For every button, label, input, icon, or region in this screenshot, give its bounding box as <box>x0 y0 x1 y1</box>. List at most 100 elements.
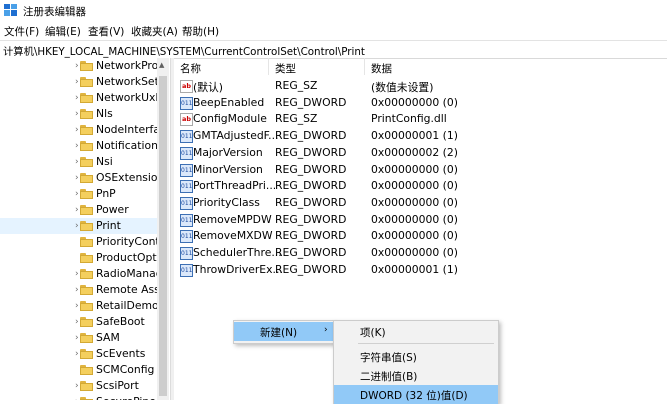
scroll-up-icon[interactable]: ▲ <box>159 61 164 69</box>
value-data: (数值未设置) <box>371 81 434 94</box>
chevron-right-icon[interactable]: › <box>75 93 79 103</box>
tree-item[interactable]: › Notifications <box>0 138 164 154</box>
tree-item[interactable]: › Nsi <box>0 154 157 170</box>
address-path[interactable]: 计算机\HKEY_LOCAL_MACHINE\SYSTEM\CurrentCon… <box>3 43 365 58</box>
submenu-item-label: 字符串值(S) <box>360 352 417 364</box>
context-new-item[interactable]: 新建(N) › <box>234 322 334 341</box>
tree-item-label: Nls <box>96 107 113 120</box>
submenu-item[interactable]: 二进制值(B) <box>334 366 498 385</box>
tree-item[interactable]: › SAM <box>0 330 157 346</box>
menu-help[interactable]: 帮助(H) <box>182 24 219 39</box>
scrollbar-thumb[interactable] <box>159 76 167 396</box>
menu-edit[interactable]: 编辑(E) <box>45 24 81 39</box>
value-row[interactable]: 011 MajorVersion REG_DWORD 0x00000002 (2) <box>174 145 667 161</box>
tree-item-label: Power <box>96 203 129 216</box>
title-bar: 注册表编辑器 <box>0 0 667 20</box>
value-row[interactable]: ab (默认) REG_SZ (数值未设置) <box>174 78 667 94</box>
value-row[interactable]: 011 RemoveMPDW REG_DWORD 0x00000000 (0) <box>174 212 667 228</box>
chevron-right-icon[interactable]: › <box>75 141 79 151</box>
chevron-right-icon[interactable]: › <box>75 61 79 71</box>
value-row[interactable]: ab ConfigModule REG_SZ PrintConfig.dll <box>174 111 667 127</box>
value-name: ThrowDriverEx... <box>193 262 283 276</box>
submenu-item[interactable]: 项(K) <box>334 322 498 341</box>
value-row[interactable]: 011 BeepEnabled REG_DWORD 0x00000000 (0) <box>174 95 667 111</box>
value-type: REG_DWORD <box>275 195 347 209</box>
value-type: REG_DWORD <box>275 162 347 176</box>
value-type: REG_SZ <box>275 79 318 92</box>
folder-icon <box>80 365 93 375</box>
menu-favorites[interactable]: 收藏夹(A) <box>131 24 178 39</box>
chevron-right-icon[interactable]: › <box>75 269 79 279</box>
dword-value-icon: 011 <box>180 196 193 210</box>
menu-file[interactable]: 文件(F) <box>4 24 39 39</box>
dword-value-icon: 011 <box>180 263 193 277</box>
value-row[interactable]: 011 PriorityClass REG_DWORD 0x00000000 (0) <box>174 195 667 211</box>
tree-item-label: RadioManag <box>96 267 163 280</box>
submenu-item-label: 二进制值(B) <box>360 371 418 383</box>
tree-item[interactable]: › NodeInterfac <box>0 122 166 138</box>
folder-icon <box>80 237 93 247</box>
value-row[interactable]: 011 PortThreadPri... REG_DWORD 0x00000000 (… <box>174 178 667 194</box>
tree-item[interactable]: ›SecurePipe <box>0 394 157 400</box>
chevron-right-icon[interactable]: › <box>75 189 79 199</box>
tree-item[interactable]: › Print <box>0 218 157 234</box>
chevron-right-icon[interactable]: › <box>75 285 79 295</box>
submenu-item[interactable]: DWORD (32 位)值(D) <box>334 385 498 404</box>
chevron-right-icon[interactable]: › <box>75 381 79 391</box>
regedit-icon <box>4 4 17 16</box>
value-row[interactable]: 011 RemoveMXDW REG_DWORD 0x00000000 (0) <box>174 228 667 244</box>
chevron-right-icon[interactable]: › <box>75 301 79 311</box>
tree-item[interactable]: › OSExtensionI <box>0 170 168 186</box>
chevron-right-icon[interactable]: › <box>75 109 79 119</box>
value-row[interactable]: 011 GMTAdjustedF... REG_DWORD 0x00000001 (1… <box>174 128 667 144</box>
tree-item-label: ProductOptic <box>96 251 166 264</box>
value-row[interactable]: 011 MinorVersion REG_DWORD 0x00000000 (0) <box>174 162 667 178</box>
chevron-right-icon[interactable]: › <box>75 173 79 183</box>
value-row[interactable]: 011 ThrowDriverEx... REG_DWORD 0x00000001 (… <box>174 262 667 278</box>
tree-item[interactable]: PriorityContr <box>0 234 164 250</box>
tree-item-label: Nsi <box>96 155 113 168</box>
tree-item[interactable]: › Power <box>0 202 157 218</box>
folder-icon <box>80 333 93 343</box>
value-name: SchedulerThre... <box>193 246 282 259</box>
tree-item[interactable]: ProductOptic <box>0 250 166 266</box>
tree-item[interactable]: › NetworkProv <box>0 58 165 74</box>
tree-item[interactable]: › NetworkUxM <box>0 90 165 106</box>
chevron-right-icon[interactable]: › <box>75 157 79 167</box>
value-row[interactable]: 011 SchedulerThre... REG_DWORD 0x00000000 (… <box>174 245 667 261</box>
value-name: ConfigModule <box>193 112 267 126</box>
submenu-item[interactable]: 字符串值(S) <box>334 347 498 366</box>
value-data: 0x00000001 (1) <box>371 262 458 276</box>
chevron-right-icon[interactable]: › <box>75 125 79 135</box>
address-bar[interactable]: 计算机\HKEY_LOCAL_MACHINE\SYSTEM\CurrentCon… <box>0 40 667 59</box>
tree-item[interactable]: › Nls <box>0 106 157 122</box>
tree-item[interactable]: SCMConfig <box>0 362 157 378</box>
submenu-arrow-icon: › <box>324 325 328 335</box>
tree-item-label: NetworkSetu <box>96 75 166 88</box>
tree-item[interactable]: › RetailDemo <box>0 298 159 314</box>
tree-pane[interactable]: › NetworkProv › NetworkSetu › NetworkUxM › Nls ›… <box>0 58 170 400</box>
tree-item[interactable]: › SafeBoot <box>0 314 157 330</box>
folder-icon <box>80 381 93 391</box>
chevron-right-icon[interactable]: › <box>75 221 79 231</box>
dword-value-icon: 011 <box>180 130 193 144</box>
folder-icon <box>80 285 93 295</box>
chevron-right-icon[interactable]: › <box>75 77 79 87</box>
chevron-right-icon[interactable]: › <box>75 333 79 343</box>
tree-item[interactable]: › ScEvents <box>0 346 157 362</box>
column-type[interactable]: 类型 <box>275 61 296 78</box>
tree-item[interactable]: › NetworkSetu <box>0 74 166 90</box>
tree-item[interactable]: › Remote Assis <box>0 282 168 298</box>
chevron-right-icon[interactable]: › <box>75 317 79 327</box>
chevron-right-icon[interactable]: › <box>75 205 79 215</box>
column-name[interactable]: 名称 <box>180 61 201 78</box>
tree-item[interactable]: › PnP <box>0 186 157 202</box>
tree-scrollbar[interactable]: ▲ <box>157 58 169 400</box>
chevron-right-icon[interactable]: › <box>75 349 79 359</box>
menu-view[interactable]: 查看(V) <box>88 24 124 39</box>
column-data[interactable]: 数据 <box>371 61 392 78</box>
tree-item[interactable]: › RadioManag <box>0 266 163 282</box>
value-name: PriorityClass <box>193 195 260 209</box>
tree-item[interactable]: › ScsiPort <box>0 378 157 394</box>
folder-icon <box>80 157 93 167</box>
